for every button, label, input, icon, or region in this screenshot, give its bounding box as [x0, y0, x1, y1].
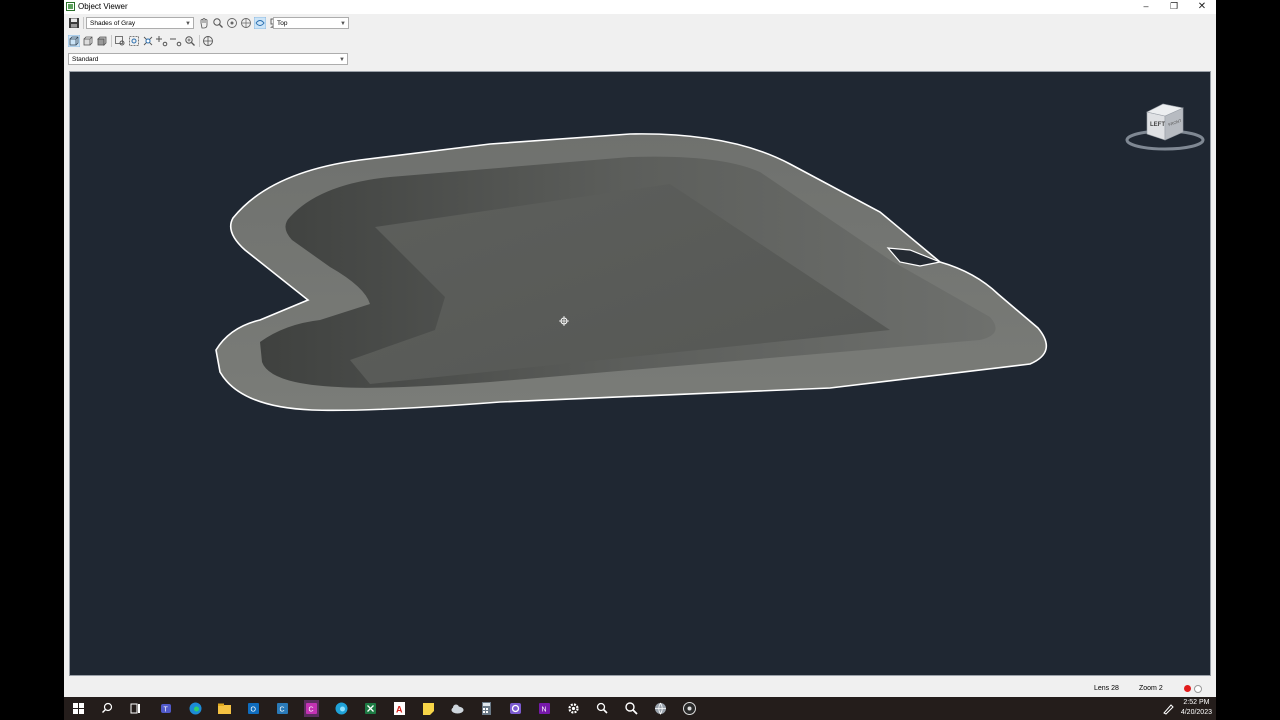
object-viewer-window: Object Viewer – ❐ ✕ Shades of Gray ▼ Top…: [64, 0, 1216, 697]
chevron-down-icon: ▼: [339, 57, 345, 63]
hidden-cube-icon[interactable]: [82, 35, 94, 47]
clipchamp-icon[interactable]: [507, 700, 524, 717]
restore-button[interactable]: ❐: [1160, 0, 1188, 14]
continuous-orbit-icon[interactable]: [254, 17, 266, 29]
svg-text:O: O: [251, 707, 257, 714]
tray-time: 2:52 PM: [1183, 699, 1210, 706]
chevron-down-icon: ▼: [340, 21, 346, 27]
view-value: Top: [277, 20, 288, 27]
svg-text:A: A: [396, 705, 403, 715]
status-bar: Lens 28 Zoom 2: [64, 682, 1216, 697]
viewcube-face-left[interactable]: LEFT: [1150, 122, 1165, 128]
toolbar-separator: [199, 35, 200, 47]
zoom-out-icon[interactable]: [170, 35, 182, 47]
chevron-down-icon: ▼: [185, 21, 191, 27]
outlook-icon[interactable]: O: [245, 700, 262, 717]
file-explorer-icon[interactable]: [216, 700, 233, 717]
obs-recorder-icon[interactable]: [681, 700, 698, 717]
excel-icon[interactable]: [362, 700, 379, 717]
save-icon[interactable]: [68, 17, 80, 29]
zoom-readout: Zoom 2: [1139, 685, 1163, 692]
record-icon[interactable]: [1184, 685, 1191, 692]
zoom-window-icon[interactable]: [114, 35, 126, 47]
shaded-cube-icon[interactable]: [96, 35, 108, 47]
view-select[interactable]: Top ▼: [273, 17, 349, 29]
window-title: Object Viewer: [78, 2, 128, 11]
visual-style-select[interactable]: Shades of Gray ▼: [86, 17, 194, 29]
preset-select[interactable]: Standard ▼: [68, 53, 348, 65]
close-icon: ✕: [1197, 1, 1207, 12]
edge-dev-icon[interactable]: [333, 700, 350, 717]
task-view-icon[interactable]: [127, 700, 144, 717]
minimize-button[interactable]: –: [1132, 0, 1160, 14]
onenote-icon[interactable]: N: [536, 700, 553, 717]
svg-text:T: T: [164, 707, 169, 714]
tray-clock[interactable]: 2:52 PM 4/20/2023: [1181, 698, 1212, 718]
magnifier-icon[interactable]: [594, 700, 611, 717]
svg-text:N: N: [542, 707, 547, 714]
taskbar: T O C C A N 2:52 PM 4/20/2023: [64, 697, 1216, 720]
close-button[interactable]: ✕: [1188, 0, 1216, 14]
app-icon: [66, 2, 75, 11]
calculator-icon[interactable]: [478, 700, 495, 717]
zoom-icon[interactable]: [212, 17, 224, 29]
cloud-app-icon[interactable]: [449, 700, 466, 717]
edge-icon[interactable]: [187, 700, 204, 717]
minimize-icon: –: [1143, 1, 1149, 11]
svg-text:C: C: [280, 707, 285, 714]
status-circle-icon[interactable]: [1194, 685, 1202, 693]
civil3d-icon[interactable]: C: [303, 700, 320, 717]
title-bar: Object Viewer – ❐ ✕: [64, 0, 1216, 14]
zoom-fit-icon[interactable]: [142, 35, 154, 47]
app-c-icon[interactable]: C: [274, 700, 291, 717]
pan-icon[interactable]: [198, 17, 210, 29]
zoom-previous-icon[interactable]: [184, 35, 196, 47]
wireframe-cube-icon[interactable]: [68, 35, 80, 47]
free-orbit-icon[interactable]: [240, 17, 252, 29]
zoom-extents-icon[interactable]: [128, 35, 140, 47]
lens-readout: Lens 28: [1094, 685, 1119, 692]
restore-icon: ❐: [1169, 1, 1179, 11]
toolbar-separator: [83, 17, 84, 29]
search-icon[interactable]: [99, 700, 116, 717]
viewcube[interactable]: LEFT FRONT: [1125, 100, 1205, 156]
orbit-icon[interactable]: [226, 17, 238, 29]
navigation-wheel-icon[interactable]: [202, 35, 214, 47]
visual-style-value: Shades of Gray: [90, 20, 136, 27]
network-globe-icon[interactable]: [652, 700, 669, 717]
3d-viewport[interactable]: LEFT FRONT: [69, 71, 1211, 676]
zoom-magnifier-icon[interactable]: [623, 700, 640, 717]
settings-gear-icon[interactable]: [565, 700, 582, 717]
toolbar-separator: [111, 35, 112, 47]
windows-start-icon[interactable]: [70, 700, 87, 717]
toolbar: Shades of Gray ▼ Top ▼ Standard ▼: [64, 14, 1216, 70]
viewcube-icon[interactable]: [1125, 100, 1205, 156]
teams-icon[interactable]: T: [158, 700, 175, 717]
zoom-in-icon[interactable]: [156, 35, 168, 47]
tray-date: 4/20/2023: [1180, 709, 1212, 716]
acrobat-icon[interactable]: A: [391, 700, 408, 717]
model-render[interactable]: [70, 72, 1210, 675]
svg-text:C: C: [309, 707, 314, 714]
pen-tray-icon[interactable]: [1160, 700, 1177, 717]
preset-value: Standard: [72, 56, 99, 63]
sticky-notes-icon[interactable]: [420, 700, 437, 717]
